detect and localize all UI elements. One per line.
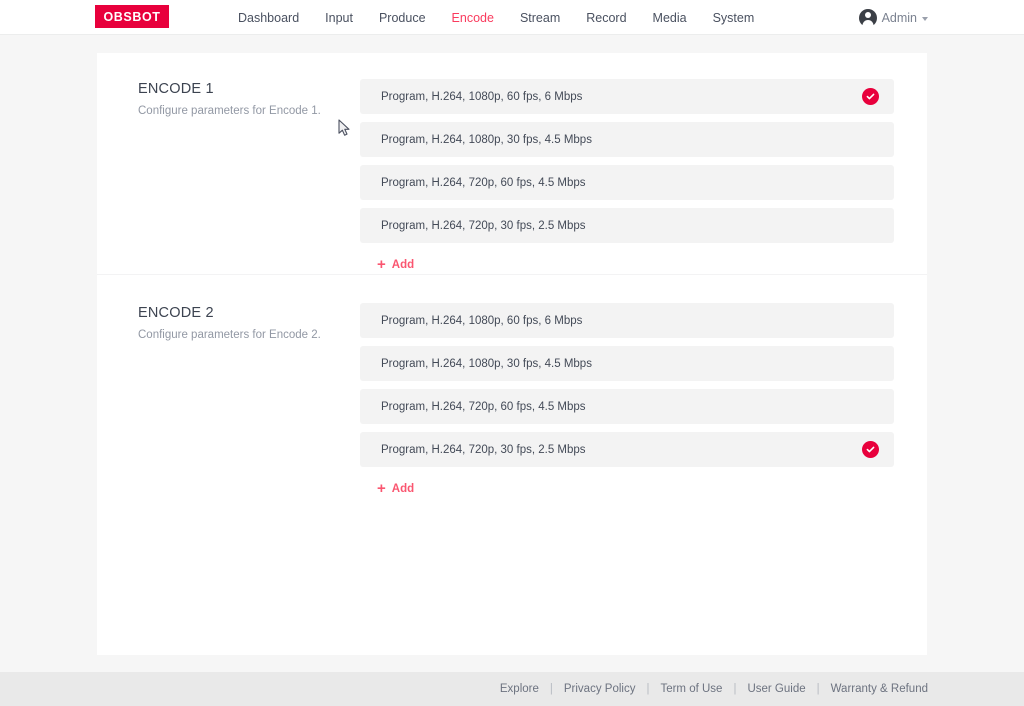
footer-separator: | <box>646 683 649 695</box>
plus-icon: + <box>377 257 386 272</box>
encode-section-2-title: ENCODE 2 <box>138 305 360 321</box>
encode-preset-label: Program, H.264, 1080p, 30 fps, 4.5 Mbps <box>381 358 879 370</box>
nav-item-system[interactable]: System <box>713 11 755 25</box>
nav-item-input[interactable]: Input <box>325 11 353 25</box>
add-encode-button-1[interactable]: + Add <box>377 257 414 272</box>
encode-preset-label: Program, H.264, 1080p, 30 fps, 4.5 Mbps <box>381 134 879 146</box>
nav-item-encode[interactable]: Encode <box>452 11 494 25</box>
encode-preset-label: Program, H.264, 720p, 30 fps, 2.5 Mbps <box>381 444 862 456</box>
footer-separator: | <box>550 683 553 695</box>
encode-preset-row[interactable]: Program, H.264, 1080p, 30 fps, 4.5 Mbps <box>360 122 894 157</box>
main-nav: Dashboard Input Produce Encode Stream Re… <box>238 0 754 35</box>
encode-section-1-title: ENCODE 1 <box>138 81 360 97</box>
nav-item-stream[interactable]: Stream <box>520 11 560 25</box>
encode-section-2-description: Configure parameters for Encode 2. <box>138 329 360 341</box>
encode-section-2-info: ENCODE 2 Configure parameters for Encode… <box>138 303 360 498</box>
footer-link-user-guide[interactable]: User Guide <box>747 683 805 695</box>
footer-link-warranty-refund[interactable]: Warranty & Refund <box>831 683 928 695</box>
encode-section-1-description: Configure parameters for Encode 1. <box>138 105 360 117</box>
footer-link-privacy-policy[interactable]: Privacy Policy <box>564 683 636 695</box>
encode-preset-row[interactable]: Program, H.264, 720p, 60 fps, 4.5 Mbps <box>360 389 894 424</box>
encode-section-2: ENCODE 2 Configure parameters for Encode… <box>97 274 927 498</box>
encode-preset-label: Program, H.264, 1080p, 60 fps, 6 Mbps <box>381 91 862 103</box>
top-navigation-bar: OBSBOT Dashboard Input Produce Encode St… <box>0 0 1024 35</box>
nav-item-produce[interactable]: Produce <box>379 11 426 25</box>
encode-preset-label: Program, H.264, 720p, 60 fps, 4.5 Mbps <box>381 177 879 189</box>
footer-separator: | <box>817 683 820 695</box>
encode-preset-row[interactable]: Program, H.264, 1080p, 60 fps, 6 Mbps <box>360 79 894 114</box>
footer-link-explore[interactable]: Explore <box>500 683 539 695</box>
encode-preset-row[interactable]: Program, H.264, 1080p, 60 fps, 6 Mbps <box>360 303 894 338</box>
encode-preset-row[interactable]: Program, H.264, 1080p, 30 fps, 4.5 Mbps <box>360 346 894 381</box>
user-menu[interactable]: Admin <box>859 0 928 35</box>
obsbot-logo[interactable]: OBSBOT <box>95 5 169 28</box>
nav-item-record[interactable]: Record <box>586 11 626 25</box>
add-encode-label: Add <box>392 483 414 495</box>
user-avatar-icon <box>859 9 877 27</box>
encode-preset-label: Program, H.264, 720p, 30 fps, 2.5 Mbps <box>381 220 879 232</box>
encode-section-2-list: Program, H.264, 1080p, 60 fps, 6 Mbps Pr… <box>360 303 894 498</box>
user-name-label: Admin <box>882 11 917 25</box>
nav-item-media[interactable]: Media <box>653 11 687 25</box>
selected-check-icon[interactable] <box>862 441 879 458</box>
encode-preset-label: Program, H.264, 720p, 60 fps, 4.5 Mbps <box>381 401 879 413</box>
encode-preset-label: Program, H.264, 1080p, 60 fps, 6 Mbps <box>381 315 879 327</box>
plus-icon: + <box>377 481 386 496</box>
encode-section-1: ENCODE 1 Configure parameters for Encode… <box>97 53 927 274</box>
encode-section-1-info: ENCODE 1 Configure parameters for Encode… <box>138 79 360 274</box>
footer-link-term-of-use[interactable]: Term of Use <box>660 683 722 695</box>
encode-settings-card: ENCODE 1 Configure parameters for Encode… <box>97 53 927 655</box>
add-encode-button-2[interactable]: + Add <box>377 481 414 496</box>
nav-item-dashboard[interactable]: Dashboard <box>238 11 299 25</box>
footer-separator: | <box>733 683 736 695</box>
encode-section-1-list: Program, H.264, 1080p, 60 fps, 6 Mbps Pr… <box>360 79 894 274</box>
selected-check-icon[interactable] <box>862 88 879 105</box>
encode-preset-row[interactable]: Program, H.264, 720p, 60 fps, 4.5 Mbps <box>360 165 894 200</box>
page-footer: Explore | Privacy Policy | Term of Use |… <box>0 672 1024 706</box>
encode-preset-row[interactable]: Program, H.264, 720p, 30 fps, 2.5 Mbps <box>360 432 894 467</box>
encode-preset-row[interactable]: Program, H.264, 720p, 30 fps, 2.5 Mbps <box>360 208 894 243</box>
add-encode-label: Add <box>392 259 414 271</box>
chevron-down-icon <box>922 17 928 21</box>
